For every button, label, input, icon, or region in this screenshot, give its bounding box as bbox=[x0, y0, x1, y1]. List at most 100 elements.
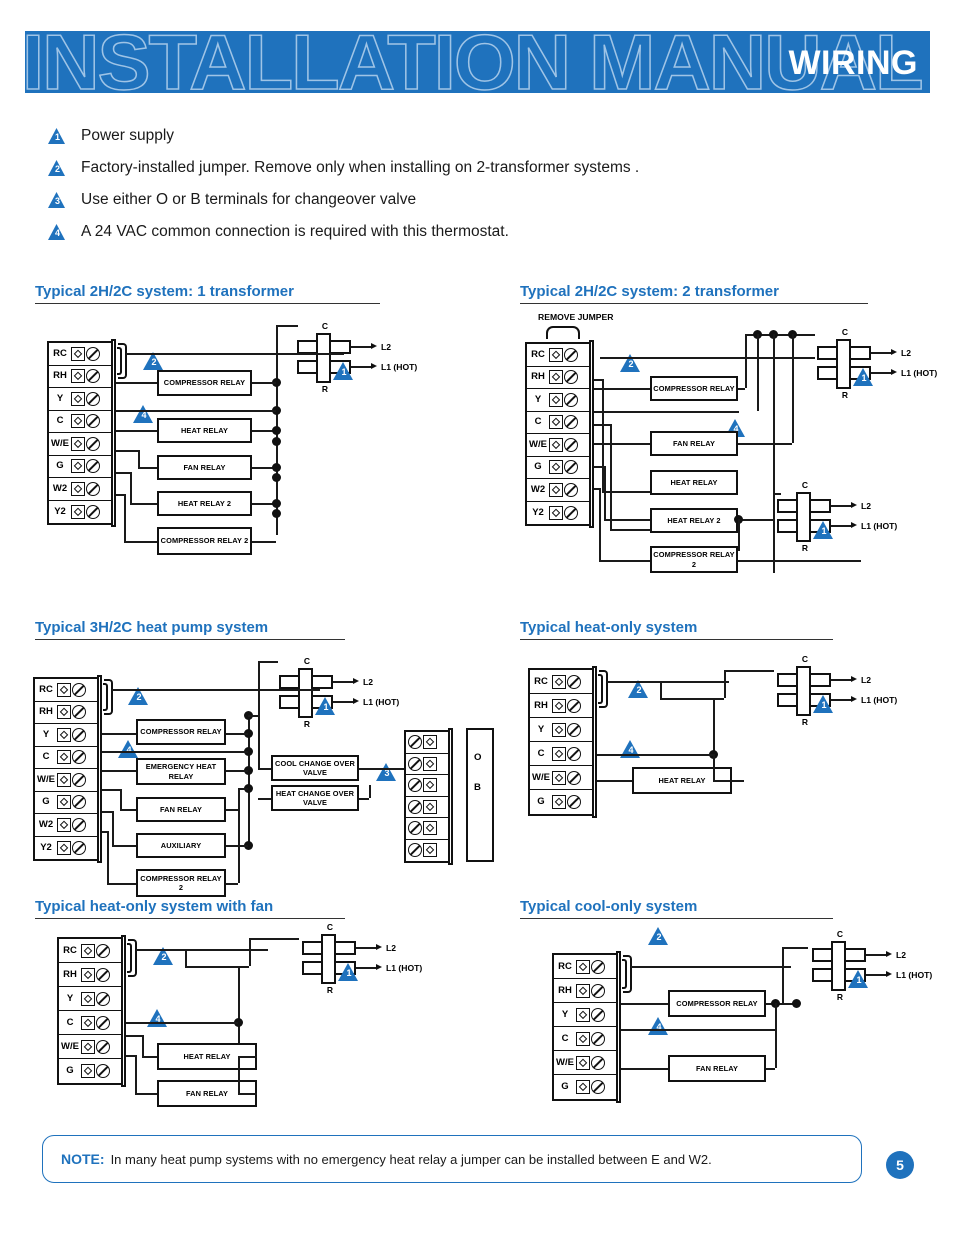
square-terminal-icon[interactable] bbox=[57, 772, 71, 787]
square-terminal-icon[interactable] bbox=[576, 1007, 590, 1022]
screw-terminal-icon[interactable] bbox=[567, 698, 581, 713]
screw-terminal-icon[interactable] bbox=[96, 1064, 110, 1078]
square-terminal-icon[interactable] bbox=[71, 414, 85, 429]
screw-terminal-icon[interactable] bbox=[72, 840, 86, 855]
screw-terminal-icon[interactable] bbox=[564, 482, 578, 497]
screw-terminal-icon[interactable] bbox=[408, 799, 422, 814]
square-terminal-icon[interactable] bbox=[576, 1080, 590, 1094]
square-terminal-icon[interactable] bbox=[549, 482, 563, 497]
screw-terminal-icon[interactable] bbox=[408, 735, 422, 750]
screw-terminal-icon[interactable] bbox=[591, 1080, 605, 1094]
screw-terminal-icon[interactable] bbox=[72, 750, 86, 765]
square-terminal-icon[interactable] bbox=[549, 505, 563, 520]
screw-terminal-icon[interactable] bbox=[564, 392, 578, 407]
square-terminal-icon[interactable] bbox=[576, 983, 590, 998]
screw-terminal-icon[interactable] bbox=[96, 1015, 110, 1030]
screw-terminal-icon[interactable] bbox=[567, 746, 581, 761]
square-terminal-icon[interactable] bbox=[552, 746, 566, 761]
square-terminal-icon[interactable] bbox=[57, 727, 71, 742]
screw-terminal-icon[interactable] bbox=[86, 459, 100, 474]
screw-terminal-icon[interactable] bbox=[86, 391, 100, 406]
square-terminal-icon[interactable] bbox=[549, 392, 563, 407]
square-terminal-icon[interactable] bbox=[549, 437, 563, 452]
screw-terminal-icon[interactable] bbox=[567, 722, 581, 737]
square-terminal-icon[interactable] bbox=[549, 347, 563, 362]
square-terminal-icon[interactable] bbox=[552, 674, 566, 689]
terminal-rail bbox=[97, 675, 102, 863]
screw-terminal-icon[interactable] bbox=[72, 817, 86, 832]
screw-terminal-icon[interactable] bbox=[567, 674, 581, 689]
square-terminal-icon[interactable] bbox=[71, 504, 85, 519]
screw-terminal-icon[interactable] bbox=[564, 505, 578, 520]
square-terminal-icon[interactable] bbox=[57, 817, 71, 832]
screw-terminal-icon[interactable] bbox=[86, 369, 100, 384]
square-terminal-icon[interactable] bbox=[552, 770, 566, 785]
square-terminal-icon[interactable] bbox=[549, 460, 563, 475]
square-terminal-icon[interactable] bbox=[81, 1015, 95, 1030]
screw-terminal-icon[interactable] bbox=[408, 821, 422, 836]
square-terminal-icon[interactable] bbox=[423, 778, 437, 793]
y-to-compressor bbox=[621, 1003, 668, 1005]
square-terminal-icon[interactable] bbox=[552, 722, 566, 737]
square-terminal-icon[interactable] bbox=[71, 481, 85, 496]
square-terminal-icon[interactable] bbox=[576, 1031, 590, 1046]
screw-terminal-icon[interactable] bbox=[564, 370, 578, 385]
square-terminal-icon[interactable] bbox=[71, 369, 85, 384]
square-terminal-icon[interactable] bbox=[576, 1055, 590, 1070]
screw-terminal-icon[interactable] bbox=[96, 991, 110, 1006]
screw-terminal-icon[interactable] bbox=[72, 795, 86, 810]
screw-terminal-icon[interactable] bbox=[564, 460, 578, 475]
screw-terminal-icon[interactable] bbox=[86, 436, 100, 451]
screw-terminal-icon[interactable] bbox=[591, 1031, 605, 1046]
screw-terminal-icon[interactable] bbox=[86, 414, 100, 429]
square-terminal-icon[interactable] bbox=[423, 821, 437, 836]
square-terminal-icon[interactable] bbox=[552, 795, 566, 809]
screw-terminal-icon[interactable] bbox=[96, 967, 110, 982]
screw-terminal-icon[interactable] bbox=[96, 1039, 110, 1054]
screw-terminal-icon[interactable] bbox=[408, 843, 422, 858]
square-terminal-icon[interactable] bbox=[57, 750, 71, 765]
square-terminal-icon[interactable] bbox=[71, 346, 85, 361]
screw-terminal-icon[interactable] bbox=[408, 756, 422, 771]
screw-terminal-icon[interactable] bbox=[564, 437, 578, 452]
screw-terminal-icon[interactable] bbox=[591, 959, 605, 974]
square-terminal-icon[interactable] bbox=[71, 391, 85, 406]
square-terminal-icon[interactable] bbox=[549, 415, 563, 430]
screw-terminal-icon[interactable] bbox=[408, 778, 422, 793]
screw-terminal-icon[interactable] bbox=[72, 705, 86, 720]
square-terminal-icon[interactable] bbox=[57, 682, 71, 697]
screw-terminal-icon[interactable] bbox=[86, 346, 100, 361]
square-terminal-icon[interactable] bbox=[81, 1039, 95, 1054]
screw-terminal-icon[interactable] bbox=[564, 415, 578, 430]
screw-terminal-icon[interactable] bbox=[591, 1055, 605, 1070]
screw-terminal-icon[interactable] bbox=[72, 682, 86, 697]
callout-badge-2: 2 bbox=[628, 680, 648, 698]
square-terminal-icon[interactable] bbox=[81, 991, 95, 1006]
note-text: In many heat pump systems with no emerge… bbox=[110, 1151, 712, 1167]
screw-terminal-icon[interactable] bbox=[591, 1007, 605, 1022]
square-terminal-icon[interactable] bbox=[57, 840, 71, 855]
square-terminal-icon[interactable] bbox=[576, 959, 590, 974]
square-terminal-icon[interactable] bbox=[57, 705, 71, 720]
square-terminal-icon[interactable] bbox=[552, 698, 566, 713]
screw-terminal-icon[interactable] bbox=[567, 770, 581, 785]
screw-terminal-icon[interactable] bbox=[72, 727, 86, 742]
screw-terminal-icon[interactable] bbox=[86, 504, 100, 519]
square-terminal-icon[interactable] bbox=[71, 436, 85, 451]
square-terminal-icon[interactable] bbox=[71, 459, 85, 474]
screw-terminal-icon[interactable] bbox=[564, 347, 578, 362]
square-terminal-icon[interactable] bbox=[423, 756, 437, 771]
square-terminal-icon[interactable] bbox=[81, 1064, 95, 1078]
screw-terminal-icon[interactable] bbox=[86, 481, 100, 496]
square-terminal-icon[interactable] bbox=[81, 943, 95, 958]
square-terminal-icon[interactable] bbox=[423, 799, 437, 814]
square-terminal-icon[interactable] bbox=[549, 370, 563, 385]
square-terminal-icon[interactable] bbox=[81, 967, 95, 982]
screw-terminal-icon[interactable] bbox=[72, 772, 86, 787]
square-terminal-icon[interactable] bbox=[57, 795, 71, 810]
screw-terminal-icon[interactable] bbox=[96, 943, 110, 958]
square-terminal-icon[interactable] bbox=[423, 735, 437, 750]
screw-terminal-icon[interactable] bbox=[567, 795, 581, 809]
square-terminal-icon[interactable] bbox=[423, 843, 437, 858]
screw-terminal-icon[interactable] bbox=[591, 983, 605, 998]
